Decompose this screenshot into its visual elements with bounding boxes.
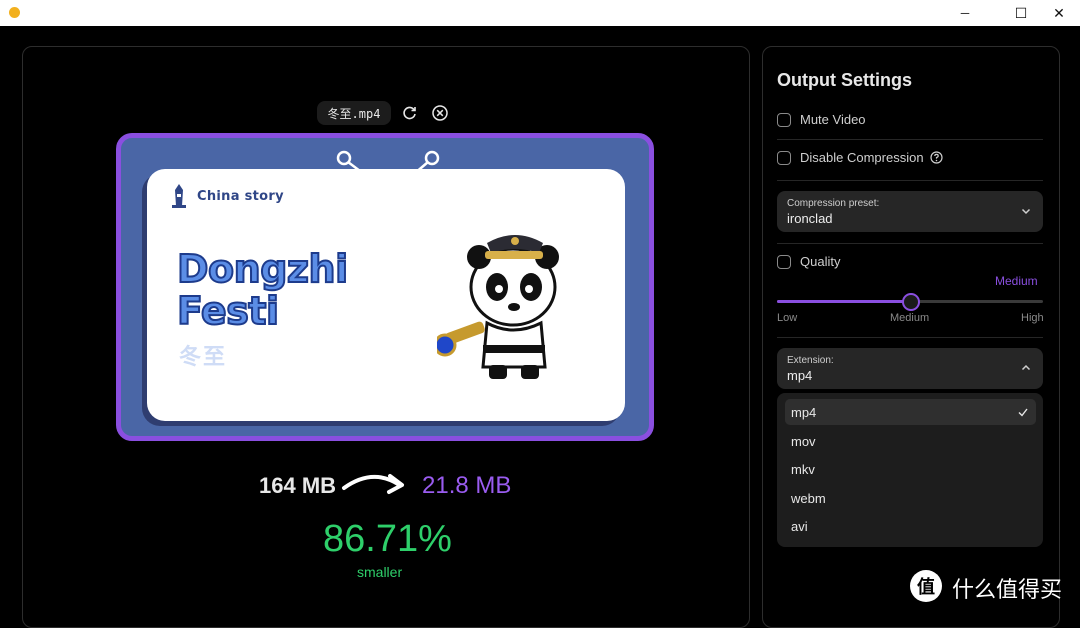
file-name-chip: 冬至.mp4 [317,101,391,125]
settings-title: Output Settings [777,70,912,90]
extension-option-mkv[interactable]: mkv [785,456,1036,482]
disable-compression-option[interactable]: Disable Compression [777,150,1043,165]
quality-level: Medium [995,274,1038,288]
option-label: mkv [791,461,815,477]
card-title-line1: Dongzhi [176,246,349,292]
extension-label: Extension: [787,355,834,366]
quality-option[interactable]: Quality [777,254,1043,269]
extension-dropdown: mp4 mov mkv webm avi [777,393,1043,547]
extension-option-mp4[interactable]: mp4 [785,399,1036,425]
disable-compression-checkbox[interactable] [777,150,791,165]
panda-illustration [437,235,559,379]
clear-file-icon[interactable] [431,104,449,122]
reduction-label: smaller [357,564,403,580]
video-preview: China story Dongzhi Festi 冬至 [116,133,654,441]
maximize-icon: ☐ [1014,4,1028,21]
close-window-button[interactable]: ✕ [1036,0,1080,26]
quality-label: Quality [800,254,841,269]
disable-compression-label: Disable Compression [800,150,924,165]
arrow-right-icon [342,474,404,494]
video-frame-card: China story Dongzhi Festi 冬至 [147,169,625,421]
extension-option-webm[interactable]: webm [785,485,1036,511]
card-brand: China story [197,189,284,204]
mute-video-label: Mute Video [800,112,866,127]
mute-video-option[interactable]: Mute Video [777,112,1043,127]
check-icon [1018,408,1028,417]
divider [777,243,1043,244]
lighthouse-icon [172,184,186,208]
minimize-icon: ─ [960,6,970,20]
close-icon: ✕ [1053,4,1065,21]
watermark-text: 什么值得买 [952,578,1063,603]
mute-video-checkbox[interactable] [777,112,791,127]
extension-option-avi[interactable]: avi [785,513,1036,539]
divider [777,337,1043,338]
compressed-size: 21.8 MB [422,472,512,499]
card-title-line2: Festi [176,288,280,334]
option-label: webm [791,490,826,506]
original-size: 164 MB [259,473,337,498]
reload-icon[interactable] [401,104,419,122]
title-bar: ─ ☐ ✕ [0,0,1080,26]
divider [777,180,1043,181]
option-label: avi [791,518,808,534]
quality-checkbox[interactable] [777,254,791,269]
option-label: mov [791,433,816,449]
compression-preset-value: ironclad [787,211,833,226]
reduction-percent: 86.71% [323,518,452,560]
quality-tick-high: High [1021,312,1044,324]
watermark-logo: 值 [910,570,942,602]
quality-slider-fill [777,300,910,303]
app-icon [9,7,20,18]
quality-tick-low: Low [777,312,798,324]
extension-option-mov[interactable]: mov [785,428,1036,454]
card-subtitle: 冬至 [179,344,228,369]
help-icon[interactable] [929,151,943,164]
minimize-button[interactable]: ─ [942,0,988,26]
chevron-down-icon [1021,208,1031,215]
quality-tick-medium: Medium [890,312,930,324]
chevron-up-icon [1021,364,1031,371]
quality-slider-thumb[interactable] [902,293,920,311]
extension-value: mp4 [787,368,813,383]
compression-preset-label: Compression preset: [787,198,880,209]
option-label: mp4 [791,404,817,420]
extension-select[interactable]: Extension: mp4 [777,348,1043,389]
divider [777,139,1043,140]
compression-preset-select[interactable]: Compression preset: ironclad [777,191,1043,232]
